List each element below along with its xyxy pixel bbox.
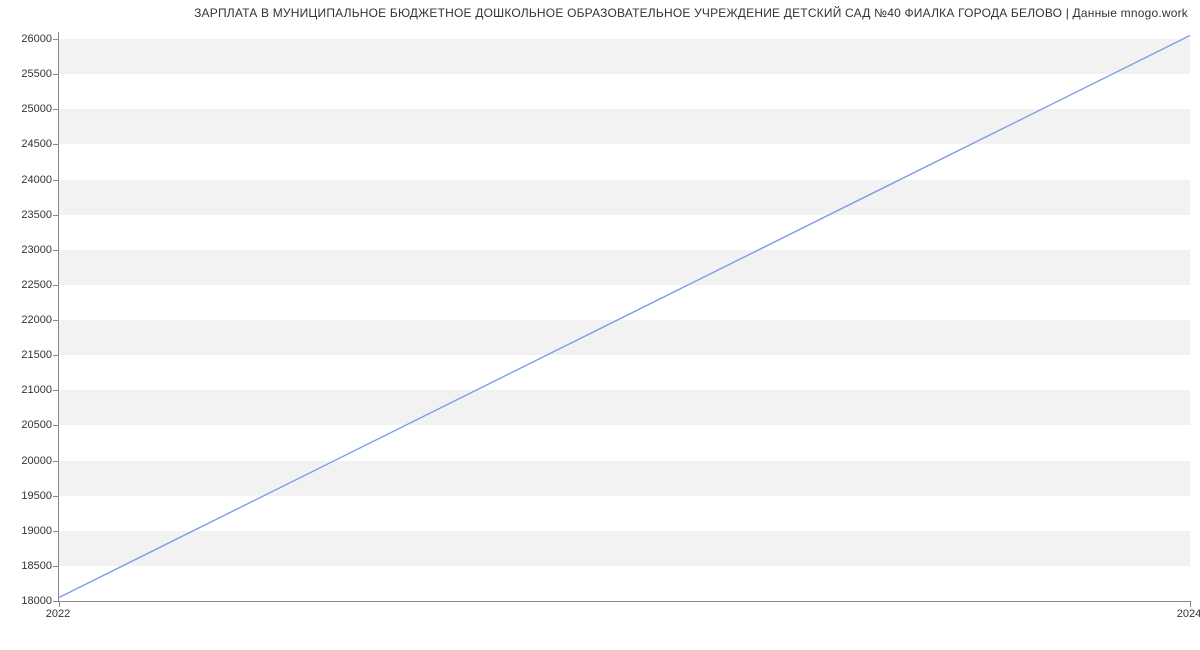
x-tick-label: 2024 [1177,608,1200,620]
chart-title: ЗАРПЛАТА В МУНИЦИПАЛЬНОЕ БЮДЖЕТНОЕ ДОШКО… [0,0,1200,22]
y-tick-label: 22000 [21,314,52,326]
y-tick-label: 25000 [21,103,52,115]
x-tick [1190,601,1191,607]
chart-area: 18000 18500 19000 19500 20000 20500 21000 21500… [0,22,1200,642]
y-tick [53,425,59,426]
x-tick-label: 2022 [46,608,70,620]
y-tick-label: 25500 [21,68,52,80]
y-tick-label: 18000 [21,595,52,607]
y-tick [53,390,59,391]
y-tick-label: 23500 [21,209,52,221]
y-tick-label: 26000 [21,33,52,45]
y-tick [53,215,59,216]
y-tick [53,566,59,567]
line-svg [59,32,1190,601]
y-tick-label: 22500 [21,279,52,291]
y-tick-label: 20000 [21,455,52,467]
y-tick-label: 23000 [21,244,52,256]
y-tick [53,461,59,462]
y-tick-label: 18500 [21,560,52,572]
y-tick [53,355,59,356]
y-tick [53,320,59,321]
y-tick-label: 24500 [21,138,52,150]
y-tick-label: 19000 [21,525,52,537]
y-tick [53,144,59,145]
y-tick-label: 24000 [21,174,52,186]
y-tick [53,531,59,532]
y-tick [53,39,59,40]
y-tick [53,496,59,497]
series-line [59,36,1190,598]
x-tick [59,601,60,607]
y-tick-label: 20500 [21,419,52,431]
y-tick-label: 21000 [21,384,52,396]
y-tick [53,180,59,181]
y-tick-label: 21500 [21,349,52,361]
plot-region [58,32,1190,602]
y-tick-label: 19500 [21,490,52,502]
y-tick [53,250,59,251]
y-tick [53,109,59,110]
y-tick [53,285,59,286]
y-tick [53,74,59,75]
